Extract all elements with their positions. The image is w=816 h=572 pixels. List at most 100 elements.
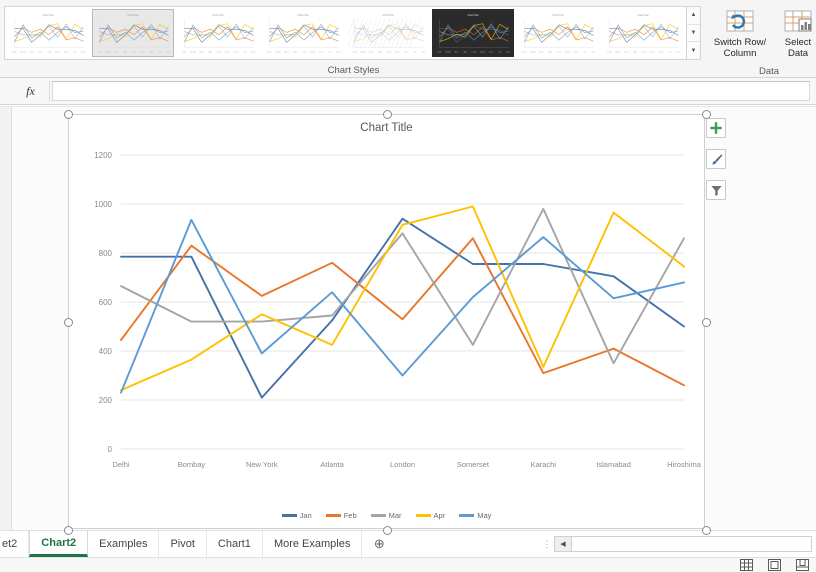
select-data-button[interactable]: Select Data (769, 2, 816, 64)
legend-item-may[interactable]: May (459, 511, 491, 520)
chart-elements-button[interactable] (706, 118, 726, 138)
svg-text:Isla: Isla (498, 52, 502, 54)
svg-text:Delh: Delh (182, 52, 187, 54)
chart-side-buttons (706, 118, 726, 211)
svg-text:Isla: Isla (158, 52, 162, 54)
chart-style-thumbnail[interactable]: Chart Title Delh Bomb New Atla Lond Some Kara I… (432, 9, 514, 57)
legend-item-feb[interactable]: Feb (325, 511, 357, 520)
chart-style-thumbnail[interactable]: Chart Title Delh Bomb New Atla Lond Some Kara I… (177, 9, 259, 57)
legend-item-apr[interactable]: Apr (415, 511, 446, 520)
plus-icon (710, 122, 722, 134)
paintbrush-icon (711, 153, 722, 165)
svg-text:Atla: Atla (209, 51, 213, 54)
ribbon: Chart Title Delh Bomb New Atla Lond Some Kara I… (0, 0, 816, 78)
chart-filters-button[interactable] (706, 180, 726, 200)
svg-text:Hiro: Hiro (507, 51, 512, 54)
y-axis-tick-label: 800 (99, 249, 113, 258)
formula-bar: fx (0, 78, 816, 105)
x-axis-tick-label: Delhi (112, 460, 129, 469)
add-sheet-button[interactable]: ⊕ (362, 531, 396, 557)
tab-overflow-icon[interactable]: ⋮ (540, 531, 554, 557)
gallery-more-icon[interactable]: ▼ (687, 42, 700, 59)
resize-handle-middle-right[interactable] (702, 318, 711, 327)
resize-handle-bottom-left[interactable] (64, 526, 73, 535)
chart-legend[interactable]: Jan Feb Mar Apr May (69, 511, 704, 520)
resize-handle-middle-left[interactable] (64, 318, 73, 327)
chart-style-thumbnail[interactable]: Chart Title Delh Bomb New Atla Lond Some Kara I… (517, 9, 599, 57)
resize-handle-top-left[interactable] (64, 110, 73, 119)
page-break-preview-button[interactable] (788, 559, 816, 571)
svg-text:Lond: Lond (642, 52, 647, 54)
chart-title[interactable]: Chart Title (69, 122, 704, 134)
svg-text:Kara: Kara (319, 51, 324, 54)
switch-row-column-label-2: Column (723, 48, 757, 59)
page-layout-icon (767, 559, 781, 571)
svg-text:New: New (540, 52, 545, 54)
y-axis-tick-label: 0 (108, 445, 113, 454)
svg-text:Hiro: Hiro (337, 51, 342, 54)
svg-text:Lond: Lond (302, 52, 307, 54)
sheet-tab-chart1[interactable]: Chart1 (207, 531, 263, 557)
svg-text:Delh: Delh (352, 52, 357, 54)
scrollbar-track[interactable] (572, 537, 811, 551)
sheet-tab-examples[interactable]: Examples (88, 531, 160, 557)
excel-window: Chart Title Delh Bomb New Atla Lond Some Kara I… (0, 0, 816, 572)
legend-label: May (477, 511, 492, 520)
sheet-tab-more-examples[interactable]: More Examples (263, 531, 363, 557)
chart-style-thumbnail[interactable]: Chart Title Delh Bomb New Atla Lond Some Kara I… (602, 9, 684, 57)
chart-styles-gallery[interactable]: Chart Title Delh Bomb New Atla Lond Some Kara I… (4, 6, 687, 60)
formula-input[interactable] (52, 81, 810, 101)
chart-object[interactable]: Chart Title 0 200 400 600 800 1000 1200 Delhi Bo… (64, 110, 726, 535)
legend-swatch (459, 514, 475, 517)
legend-label: Apr (433, 511, 446, 520)
svg-text:Atla: Atla (549, 51, 553, 54)
svg-text:Chart Title: Chart Title (382, 14, 394, 17)
svg-text:Bomb: Bomb (105, 52, 111, 54)
legend-item-jan[interactable]: Jan (281, 511, 312, 520)
switch-row-column-icon (726, 5, 754, 37)
legend-swatch (415, 514, 431, 517)
grid-icon (739, 559, 753, 571)
sheet-tab-chart2[interactable]: Chart2 (29, 531, 89, 557)
svg-text:Some: Some (480, 52, 486, 54)
svg-text:Isla: Isla (328, 52, 332, 54)
horizontal-scrollbar[interactable]: ◀ (554, 536, 812, 552)
svg-text:New: New (115, 52, 120, 54)
chart-styles-button[interactable] (706, 149, 726, 169)
chart-style-thumbnail[interactable]: Chart Title Delh Bomb New Atla Lond Some Kara I… (262, 9, 344, 57)
svg-text:Chart Title: Chart Title (637, 14, 649, 17)
svg-text:Chart Title: Chart Title (552, 14, 564, 17)
chart-style-thumbnail[interactable]: Chart Title Delh Bomb New Atla Lond Some Kara I… (7, 9, 89, 57)
sheet-tab-pivot[interactable]: Pivot (159, 531, 207, 557)
x-axis-tick-label: Somerset (457, 460, 490, 469)
resize-handle-top-center[interactable] (383, 110, 392, 119)
name-box[interactable] (0, 78, 10, 104)
chart-style-thumbnail[interactable]: Chart Title Delh Bomb New Atla Lond Some Kara I… (347, 9, 429, 57)
svg-text:Atla: Atla (379, 51, 383, 54)
resize-handle-top-right[interactable] (702, 110, 711, 119)
gallery-scroll-down-icon[interactable]: ▼ (687, 25, 700, 43)
funnel-icon (710, 185, 722, 196)
normal-view-button[interactable] (732, 559, 760, 571)
scroll-left-icon[interactable]: ◀ (555, 537, 572, 551)
legend-swatch (281, 514, 297, 517)
switch-row-column-button[interactable]: Switch Row/ Column (711, 2, 769, 64)
svg-text:Isla: Isla (243, 52, 247, 54)
svg-text:Hiro: Hiro (422, 51, 427, 54)
x-axis-tick-label: Bombay (178, 460, 206, 469)
resize-handle-bottom-center[interactable] (383, 526, 392, 535)
svg-text:Some: Some (650, 52, 656, 54)
chart-svg: 0 200 400 600 800 1000 1200 Delhi Bombay New York… (94, 151, 702, 469)
gallery-scroll-up-icon[interactable]: ▲ (687, 7, 700, 25)
svg-text:Bomb: Bomb (190, 52, 196, 54)
sheet-tab-bar: et2 Chart2 Examples Pivot Chart1 More Example… (0, 530, 816, 557)
svg-text:Atla: Atla (634, 51, 638, 54)
resize-handle-bottom-right[interactable] (702, 526, 711, 535)
page-layout-view-button[interactable] (760, 559, 788, 571)
insert-function-icon[interactable]: fx (12, 80, 50, 102)
sheet-tab-et2[interactable]: et2 (0, 531, 30, 557)
gallery-scrollbar[interactable]: ▲ ▼ ▼ (687, 6, 701, 60)
legend-item-mar[interactable]: Mar (370, 511, 402, 520)
chart-style-thumbnail[interactable]: Chart Title Delh Bomb New Atla Lond Some Kara I… (92, 9, 174, 57)
svg-text:Hiro: Hiro (167, 51, 172, 54)
